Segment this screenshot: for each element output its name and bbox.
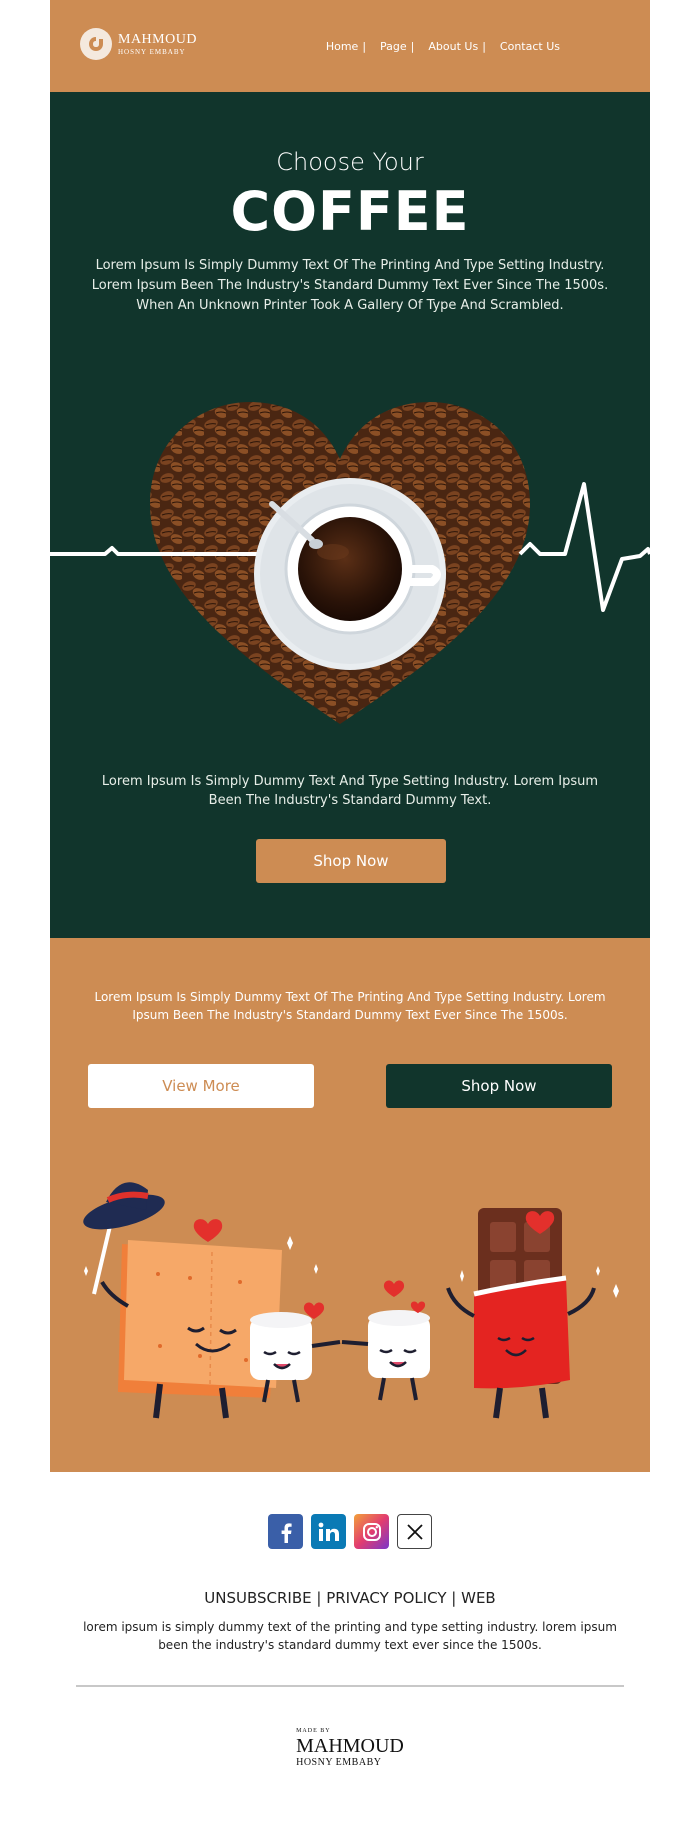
web-link[interactable]: WEB <box>461 1589 496 1607</box>
promo-section: Lorem Ipsum Is Simply Dummy Text Of The … <box>50 938 650 1472</box>
brand-sub: HOSNY EMBABY <box>118 47 186 56</box>
hero-tagline: Lorem Ipsum Is Simply Dummy Text And Typ… <box>101 774 599 808</box>
nav-page[interactable]: Page | <box>380 40 414 53</box>
linkedin-icon[interactable] <box>311 1514 346 1549</box>
promo-text: Lorem Ipsum Is Simply Dummy Text Of The … <box>94 990 606 1022</box>
made-by-label: MADE BY <box>296 1728 331 1734</box>
header: MAHMOUD HOSNY EMBABY Home | Page | About U… <box>50 0 650 92</box>
footer-links: UNSUBSCRIBE | PRIVACY POLICY | WEB <box>50 1589 650 1607</box>
x-icon[interactable] <box>397 1514 432 1549</box>
made-by-sub: HOSNY EMBABY <box>296 1757 382 1768</box>
brand-name: MAHMOUD <box>118 31 197 47</box>
promo-shop-now-button[interactable]: Shop Now <box>386 1064 612 1108</box>
hero-title: COFFEE <box>230 180 470 243</box>
instagram-icon[interactable] <box>354 1514 389 1549</box>
link-separator: | <box>446 1589 462 1607</box>
logo-icon <box>80 28 112 60</box>
view-more-button[interactable]: View More <box>88 1064 314 1108</box>
hero-description: Lorem Ipsum Is Simply Dummy Text Of The … <box>91 258 609 313</box>
coffee-heart-image <box>50 402 650 724</box>
privacy-policy-link[interactable]: PRIVACY POLICY <box>326 1589 446 1607</box>
hero-shop-now-button[interactable]: Shop Now <box>256 839 446 883</box>
nav-home[interactable]: Home | <box>326 40 366 53</box>
link-separator: | <box>311 1589 327 1607</box>
footer-divider <box>76 1685 624 1687</box>
footer: UNSUBSCRIBE | PRIVACY POLICY | WEB lorem… <box>50 1472 650 1840</box>
snack-characters-illustration <box>83 1182 619 1419</box>
footer-text: lorem ipsum is simply dummy text of the … <box>83 1620 617 1652</box>
nav-contact-us[interactable]: Contact Us <box>500 40 560 53</box>
nav-about-us[interactable]: About Us | <box>428 40 486 53</box>
hero-section: Choose Your COFFEE Lorem Ipsum Is Simply… <box>50 92 650 938</box>
top-nav: Home | Page | About Us | Contact Us <box>326 40 560 53</box>
made-by-name: MAHMOUD <box>296 1735 404 1757</box>
made-by-logo: MADE BY MAHMOUD HOSNY EMBABY <box>50 1728 650 1768</box>
email-container: MAHMOUD HOSNY EMBABY Home | Page | About U… <box>50 0 650 1840</box>
unsubscribe-link[interactable]: UNSUBSCRIBE <box>204 1589 311 1607</box>
facebook-icon[interactable] <box>268 1514 303 1549</box>
brand-logo[interactable]: MAHMOUD HOSNY EMBABY <box>80 28 197 60</box>
social-links <box>50 1514 650 1549</box>
hero-subtitle: Choose Your <box>276 148 424 176</box>
